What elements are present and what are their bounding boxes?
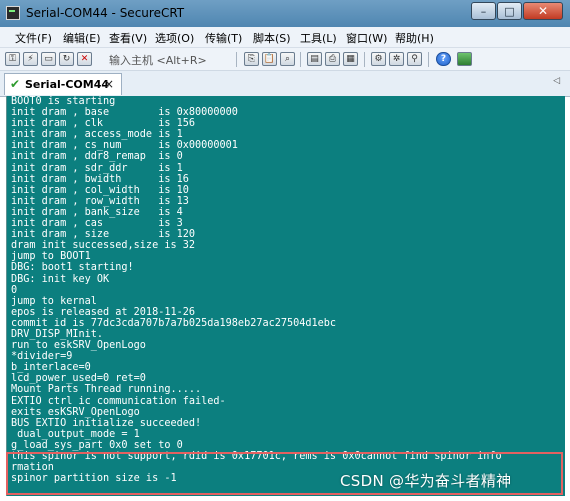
terminal-line: init dram , clk is 156	[11, 118, 196, 130]
terminal-line: lcd_power_used=0 ret=0	[11, 373, 146, 385]
terminal-line: init dram , cas is 3	[11, 218, 183, 230]
terminal-line: init dram , bank_size is 4	[11, 206, 183, 218]
terminal-line: commit id is 77dc3cda707b7a7b025da198eb2…	[11, 317, 337, 329]
menu-bar: 文件(F) 编辑(E) 查看(V) 选项(O) 传输(T) 脚本(S) 工具(L…	[0, 27, 570, 48]
terminal-line: init dram , size is 120	[11, 229, 196, 241]
print-setup-icon[interactable]: ▤	[307, 52, 322, 66]
sftp-icon[interactable]	[457, 52, 472, 66]
terminal-line: init dram , ddr8_remap is 0	[11, 151, 183, 163]
quick-connect-field[interactable]: 输入主机 <Alt+R>	[109, 52, 207, 68]
tab-serial-com44[interactable]: ✔ Serial-COM44 ×	[4, 73, 122, 95]
terminal-line: init dram , bwidth is 16	[11, 173, 189, 185]
print-icon[interactable]: ⎙	[325, 52, 340, 66]
close-button[interactable]: ✕	[523, 2, 563, 20]
menu-transfer[interactable]: 传输(T)	[205, 30, 242, 46]
window-title: Serial-COM44 - SecureCRT	[26, 6, 185, 20]
menu-script[interactable]: 脚本(S)	[253, 30, 291, 46]
session-tab-bar: ✔ Serial-COM44 × ◁	[0, 70, 570, 97]
disconnect-icon[interactable]: ✕	[77, 52, 92, 66]
session-options-icon[interactable]: ⚙	[371, 52, 386, 66]
copy-icon[interactable]: ⎘	[244, 52, 259, 66]
terminal-line: BOOT0 is starting	[11, 96, 116, 107]
tab-scroll-left-icon[interactable]: ◁	[553, 76, 560, 86]
connect-icon[interactable]: ⚿	[5, 52, 20, 66]
toolbar: ⚿ ⚡ ▭ ↻ ✕ 输入主机 <Alt+R> ⎘ 📋 ⌕ ▤ ⎙ ▦ ⚙ ✲ ⚲…	[0, 48, 570, 70]
help-icon[interactable]: ?	[436, 52, 451, 66]
maximize-button[interactable]: □	[497, 2, 522, 20]
menu-tools[interactable]: 工具(L)	[300, 30, 337, 46]
terminal-line: DBG: boot1 starting!	[11, 262, 134, 274]
menu-options[interactable]: 选项(O)	[155, 30, 194, 46]
terminal-line: exits esKSRV_OpenLogo	[11, 406, 140, 418]
tab-close-icon[interactable]: ×	[104, 77, 114, 91]
find-icon[interactable]: ⌕	[280, 52, 295, 66]
window-controls: – □ ✕	[470, 2, 563, 20]
terminal-line: this spinor is not support, rdid is 0x17…	[11, 451, 502, 462]
reconnect-icon[interactable]: ↻	[59, 52, 74, 66]
terminal-line: epos is released at 2018-11-26	[11, 306, 196, 318]
terminal-line: dual_output_mode = 1	[11, 428, 140, 440]
terminal-line: init dram , cs_num is 0x00000001	[11, 140, 238, 152]
log-icon[interactable]: ▦	[343, 52, 358, 66]
terminal-line: g_load_sys_part 0x0 set to 0	[11, 439, 183, 451]
connect-tab-icon[interactable]: ▭	[41, 52, 56, 66]
terminal-output[interactable]: BOOT0 is starting init dram , base is 0x…	[6, 96, 565, 496]
terminal-line: EXTIO ctrl ic communication failed-	[11, 395, 226, 407]
terminal-line: jump to kernal	[11, 295, 97, 307]
securecrt-app-icon[interactable]	[6, 6, 20, 20]
tab-label: Serial-COM44	[25, 78, 110, 91]
terminal-line: init dram , sdr_ddr is 1	[11, 162, 183, 174]
connected-check-icon: ✔	[10, 77, 21, 91]
terminal-line: init dram , access_mode is 1	[11, 129, 183, 141]
menu-view[interactable]: 查看(V)	[109, 30, 147, 46]
global-options-icon[interactable]: ✲	[389, 52, 404, 66]
terminal-line: Mount Parts Thread running.....	[11, 384, 202, 396]
terminal-line: 0	[11, 284, 18, 296]
toolbar-separator	[364, 52, 365, 67]
terminal-line: dram init successed,size is 32	[11, 240, 196, 252]
terminal-line: init dram , base is 0x80000000	[11, 107, 238, 119]
menu-edit[interactable]: 编辑(E)	[63, 30, 101, 46]
terminal-line: rmation	[11, 462, 54, 474]
minimize-button[interactable]: –	[471, 2, 496, 20]
terminal-line: init dram , col_width is 10	[11, 184, 189, 196]
terminal-line: jump to BOOT1	[11, 251, 91, 263]
toolbar-separator	[428, 52, 429, 67]
terminal-line: b_interlace=0	[11, 362, 91, 374]
menu-window[interactable]: 窗口(W)	[346, 30, 387, 46]
terminal-line: DBG: init key OK	[11, 273, 110, 285]
paste-icon[interactable]: 📋	[262, 52, 277, 66]
terminal-text: BOOT0 is starting init dram , base is 0x…	[7, 96, 565, 484]
title-bar: Serial-COM44 - SecureCRT – □ ✕	[0, 0, 570, 27]
toolbar-separator	[236, 52, 237, 67]
terminal-line: DRV_DISP_MInit.	[11, 328, 104, 340]
terminal-line: init dram , row_width is 13	[11, 195, 189, 207]
menu-help[interactable]: 帮助(H)	[395, 30, 434, 46]
terminal-line: BUS EXTIO initialize succeeded!	[11, 417, 202, 429]
keymap-icon[interactable]: ⚲	[407, 52, 422, 66]
watermark: CSDN @华为奋斗者精神	[340, 472, 512, 490]
toolbar-separator	[300, 52, 301, 67]
menu-file[interactable]: 文件(F)	[15, 30, 52, 46]
quick-connect-icon[interactable]: ⚡	[23, 52, 38, 66]
terminal-line: run to eskSRV_OpenLogo	[11, 340, 146, 352]
terminal-line: *divider=9	[11, 351, 73, 363]
terminal-line: spinor partition size is -1	[11, 473, 177, 485]
